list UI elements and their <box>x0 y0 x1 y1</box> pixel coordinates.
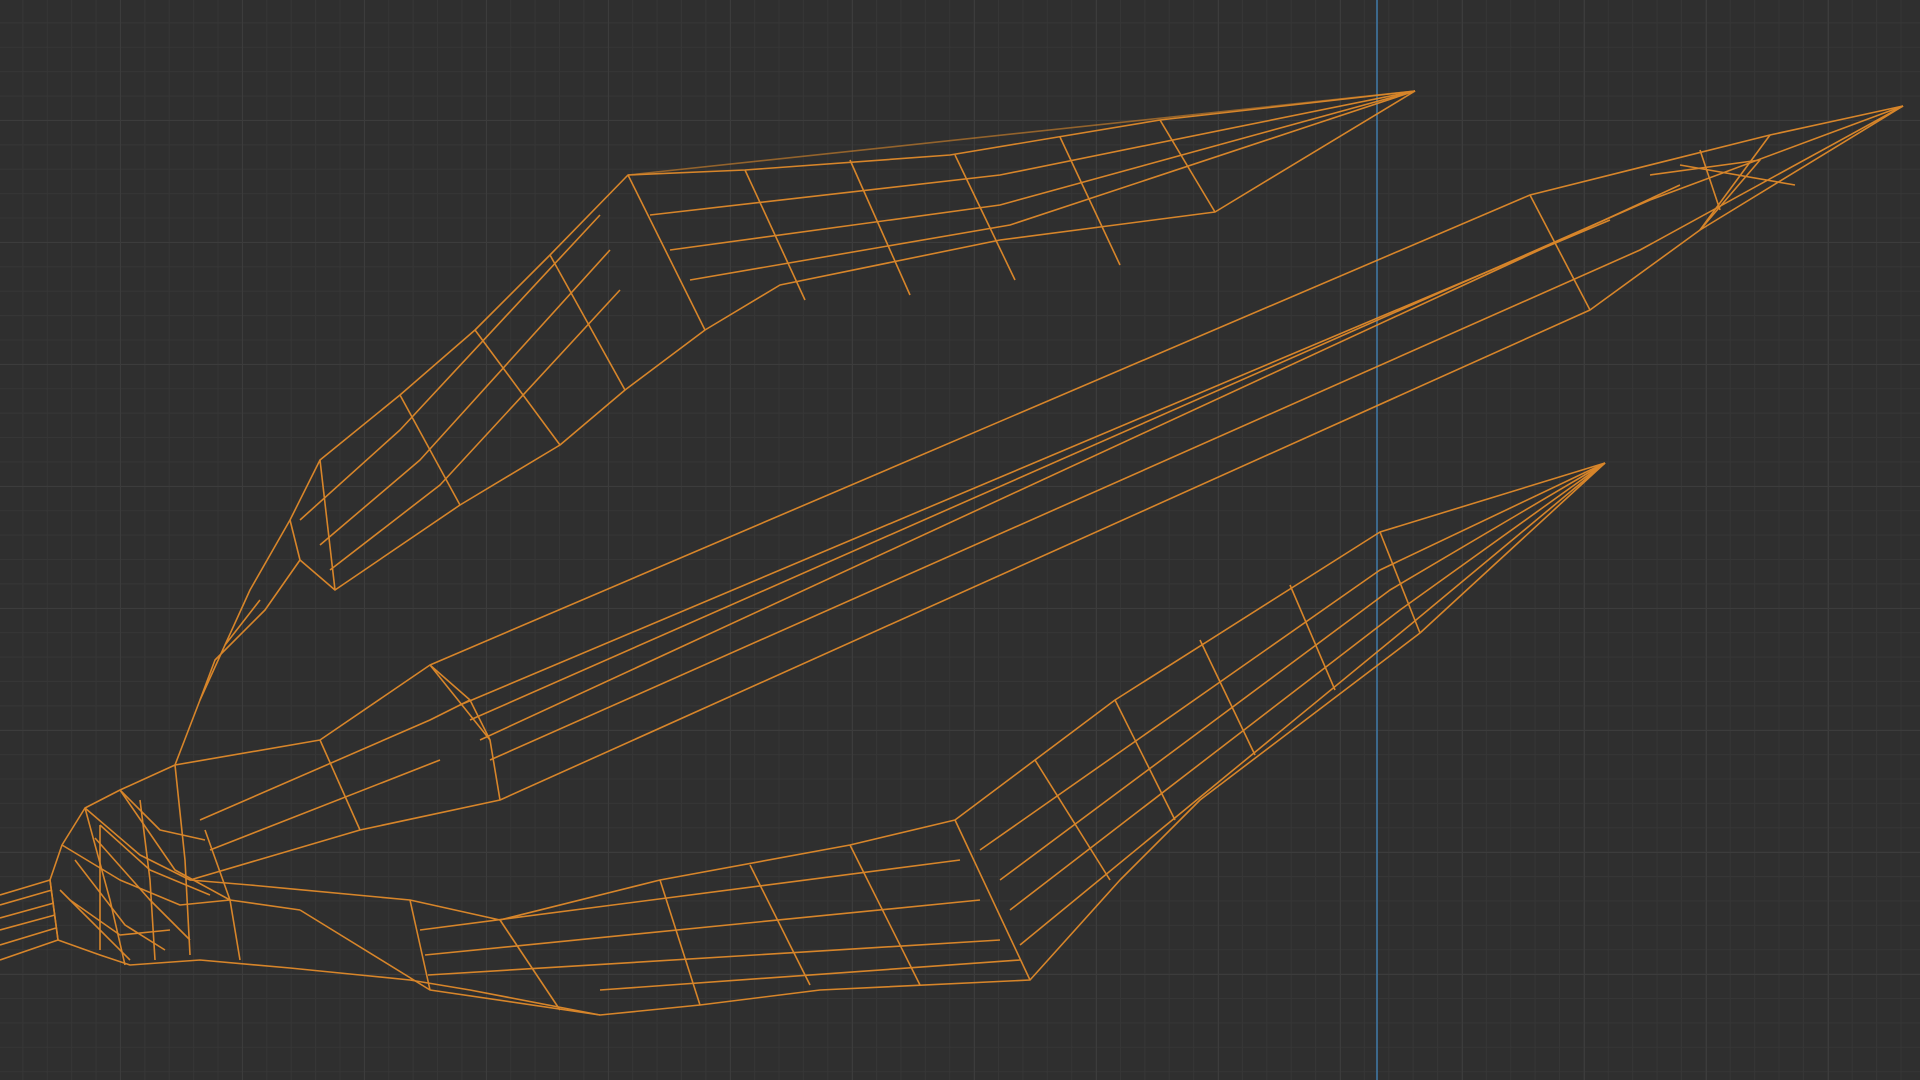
trident-wireframe[interactable] <box>0 0 1920 1080</box>
tine-lower <box>249 462 1606 1016</box>
shaft <box>0 879 59 961</box>
trident-hub <box>49 599 601 1016</box>
tine-upper <box>199 90 1416 701</box>
3d-viewport[interactable] <box>0 0 1920 1080</box>
tine-middle <box>174 105 1904 881</box>
